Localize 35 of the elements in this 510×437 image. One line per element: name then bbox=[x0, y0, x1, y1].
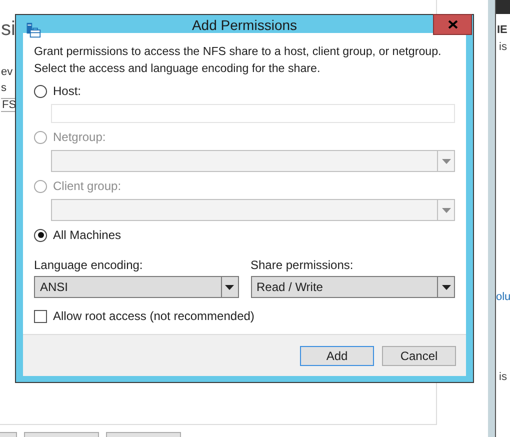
description-text: Grant permissions to access the NFS share to a host, client group, or netgroup. bbox=[34, 44, 442, 60]
close-button[interactable] bbox=[433, 14, 472, 35]
background-text: is bbox=[499, 41, 507, 53]
background-text: ev bbox=[1, 66, 13, 78]
caret-icon bbox=[442, 158, 450, 164]
radio-label: All Machines bbox=[53, 228, 122, 242]
host-input-field[interactable] bbox=[51, 104, 455, 123]
radio-label: Host: bbox=[53, 84, 82, 98]
caret-icon bbox=[442, 284, 450, 290]
dropdown-field[interactable]: ANSI bbox=[34, 276, 238, 298]
close-icon bbox=[448, 20, 458, 29]
caret-icon bbox=[442, 208, 450, 212]
dropdown-field[interactable]: Read / Write bbox=[250, 276, 455, 298]
caret-icon bbox=[225, 284, 234, 290]
window-title: Add Permissions bbox=[190, 16, 298, 33]
dropdown-field[interactable] bbox=[51, 199, 455, 221]
radio-label: Netgroup: bbox=[53, 130, 106, 144]
radio-button[interactable] bbox=[34, 228, 47, 242]
cancel-button[interactable]: Cancel bbox=[382, 346, 456, 366]
field-label: Language encoding: bbox=[34, 258, 144, 272]
scrollbar[interactable] bbox=[488, 0, 495, 437]
checkbox[interactable] bbox=[34, 310, 47, 322]
radio-label: Client group: bbox=[53, 179, 122, 193]
radio-button[interactable] bbox=[34, 84, 47, 98]
description-text: Select the access and language encoding for the share. bbox=[34, 61, 322, 77]
add-button[interactable]: Add bbox=[300, 346, 374, 366]
background-text: si bbox=[1, 18, 16, 41]
background-text: olu bbox=[496, 291, 510, 303]
background-text: IE bbox=[497, 24, 508, 36]
background-text: s bbox=[1, 82, 6, 94]
background-text: is bbox=[499, 371, 507, 383]
header-bar bbox=[496, 0, 510, 14]
dropdown-field[interactable] bbox=[51, 150, 455, 172]
checkbox-label: Allow root access (not recommended) bbox=[53, 309, 254, 323]
field-label: Share permissions: bbox=[250, 258, 354, 272]
